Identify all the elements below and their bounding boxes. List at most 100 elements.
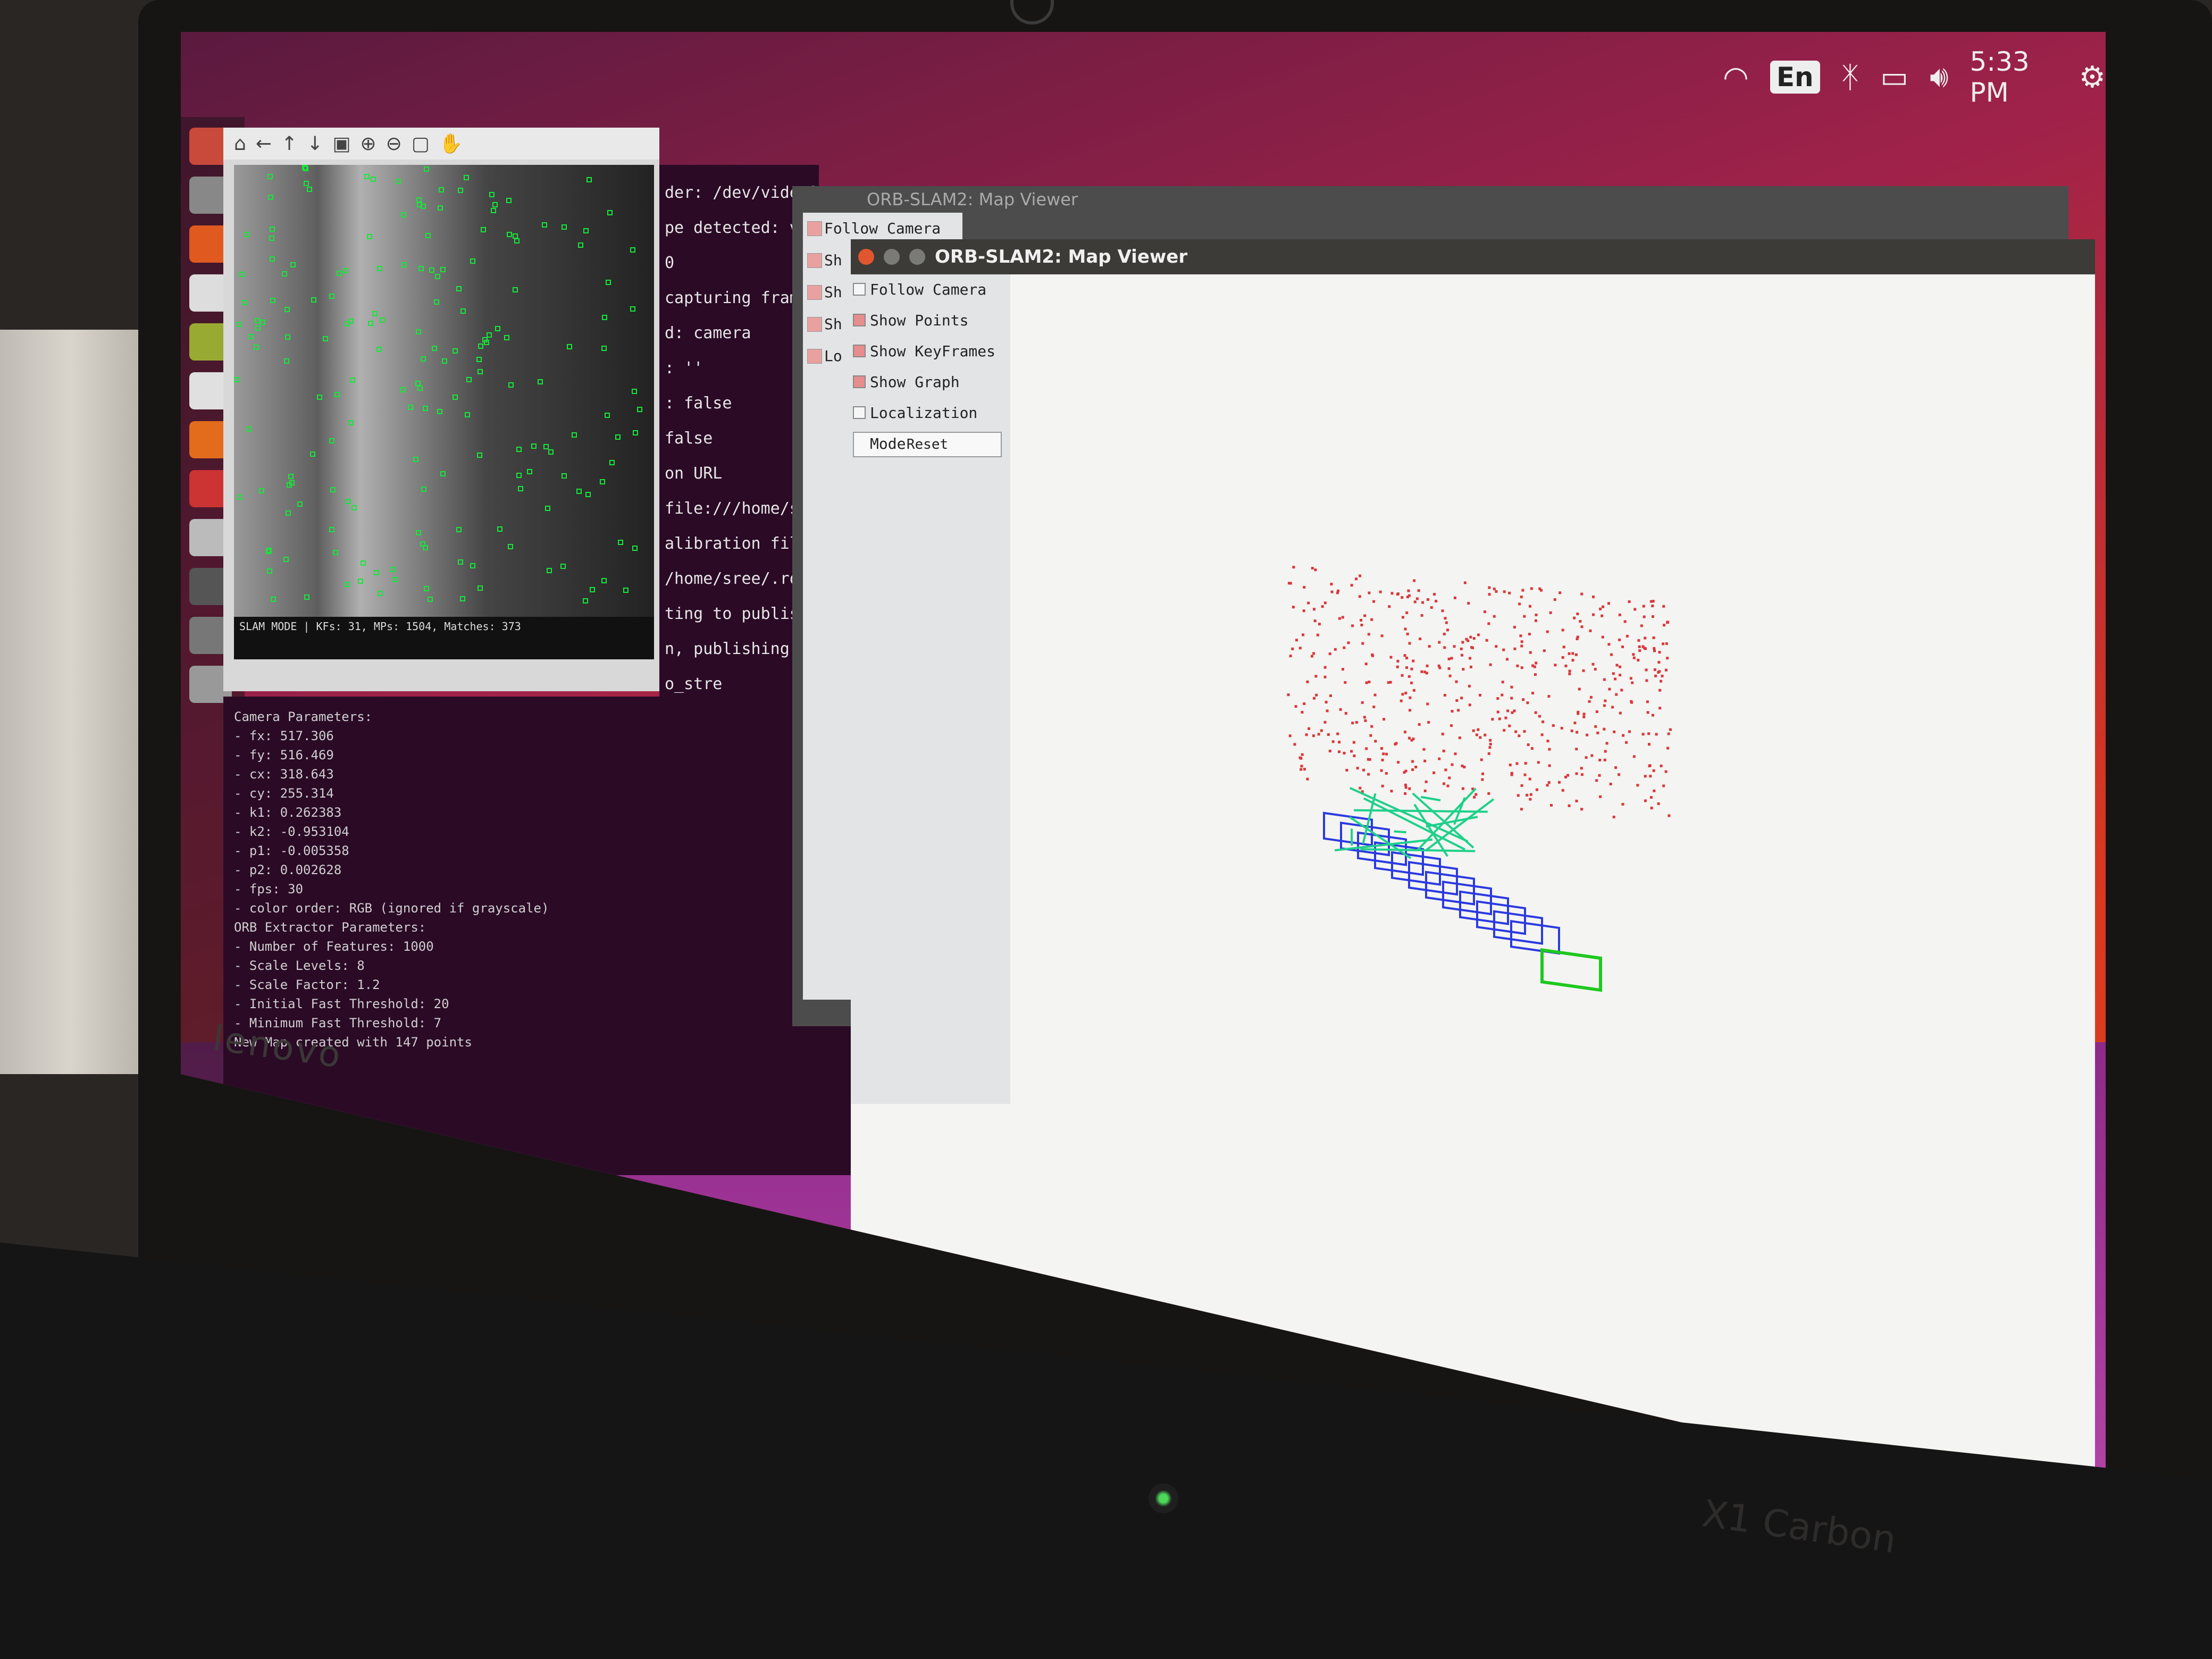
checkbox[interactable]: [853, 283, 866, 296]
map-point: [1428, 645, 1431, 648]
gear-icon[interactable]: ⚙: [2079, 60, 2106, 95]
minimize-button[interactable]: [884, 249, 900, 265]
feature-keypoint: [371, 177, 376, 182]
wifi-icon[interactable]: ◠: [1723, 60, 1749, 95]
map-point: [1477, 633, 1480, 636]
feature-keypoint: [453, 395, 458, 400]
map-point: [1502, 648, 1505, 651]
close-button[interactable]: [858, 249, 874, 265]
map-point: [1601, 635, 1604, 639]
home-icon[interactable]: ⌂: [234, 133, 246, 155]
map-point: [1294, 705, 1297, 708]
map-point: [1493, 588, 1496, 591]
map-point: [1475, 733, 1478, 736]
map-point: [1619, 711, 1622, 715]
pan-icon[interactable]: ✋: [439, 132, 463, 155]
map-point: [1480, 758, 1483, 761]
control-follow-camera[interactable]: Follow Camera: [851, 274, 1010, 305]
map-point: [1405, 656, 1409, 659]
checkbox[interactable]: [807, 285, 822, 300]
map-point: [1637, 639, 1640, 642]
map-point: [1636, 784, 1639, 787]
terminal-line: /home/sree/.ros/: [665, 569, 818, 588]
map-point: [1601, 614, 1604, 617]
terminal-line: : false: [665, 394, 732, 413]
feature-keypoint: [458, 188, 463, 193]
map-point: [1658, 670, 1661, 673]
down-arrow-icon[interactable]: ↓: [307, 133, 323, 155]
feature-keypoint: [270, 298, 275, 303]
window-titlebar[interactable]: ORB-SLAM2: Map Viewer: [851, 239, 2095, 274]
keyboard-layout-indicator[interactable]: En: [1770, 61, 1820, 94]
checkbox[interactable]: [853, 314, 866, 326]
map-point: [1300, 765, 1303, 768]
checkbox[interactable]: [853, 345, 866, 357]
map-point: [1538, 715, 1541, 718]
map-point: [1646, 700, 1649, 703]
map-point: [1445, 621, 1448, 624]
graph-edge: [1394, 830, 1406, 834]
map-point: [1453, 645, 1456, 648]
map-point: [1382, 718, 1386, 721]
map-point: [1547, 781, 1551, 784]
checkbox[interactable]: [807, 253, 822, 268]
map-point: [1657, 802, 1660, 806]
map-point: [1365, 681, 1368, 684]
feature-keypoint: [460, 308, 466, 314]
checkbox[interactable]: [853, 406, 866, 419]
zoom-fit-icon[interactable]: ▢: [412, 133, 430, 155]
back-arrow-icon[interactable]: ←: [256, 133, 272, 155]
zoom-in-icon[interactable]: ⊕: [360, 133, 376, 155]
feature-keypoint: [440, 267, 446, 272]
volume-icon[interactable]: 🔊︎: [1930, 60, 1948, 95]
feature-keypoint: [254, 345, 259, 350]
map-point: [1381, 784, 1384, 787]
map-point: [1403, 731, 1406, 734]
map-point: [1404, 792, 1407, 795]
map-point: [1548, 748, 1551, 751]
control-show-keyframes[interactable]: Show KeyFrames: [851, 336, 1010, 367]
control-show-graph[interactable]: Show Graph: [851, 367, 1010, 398]
control-localization-mode[interactable]: Localization Mode: [851, 398, 1010, 453]
feature-keypoint: [290, 262, 296, 267]
map-point: [1411, 760, 1414, 763]
checkbox[interactable]: [853, 375, 866, 388]
map-point: [1474, 793, 1478, 796]
map-point: [1488, 593, 1491, 596]
feature-keypoint: [543, 444, 549, 449]
current-frame-window[interactable]: ⌂ ← ↑ ↓ ▣ ⊕ ⊖ ▢ ✋ SLAM MODE | KFs: 31, M…: [223, 128, 659, 691]
feature-keypoint: [329, 294, 334, 299]
checkbox[interactable]: [807, 317, 822, 332]
bluetooth-icon[interactable]: ᛡ: [1841, 60, 1859, 95]
map-point: [1423, 671, 1427, 674]
checkbox[interactable]: [807, 349, 822, 364]
feature-keypoint: [460, 596, 465, 601]
map-point: [1368, 681, 1371, 684]
map-point: [1660, 680, 1663, 683]
feature-keypoint: [237, 495, 242, 500]
map-point: [1518, 734, 1521, 738]
save-icon[interactable]: ▣: [332, 133, 350, 155]
feature-keypoint: [307, 187, 312, 192]
map-point: [1352, 741, 1355, 744]
maximize-button[interactable]: [909, 249, 925, 265]
feature-keypoint: [408, 405, 413, 410]
map-point: [1568, 652, 1571, 655]
checkbox[interactable]: [807, 221, 822, 236]
terminal-line: ting to publish.: [665, 605, 818, 623]
clock[interactable]: 5:33 PM: [1970, 46, 2057, 108]
map-point: [1661, 674, 1664, 677]
map-point: [1576, 731, 1579, 734]
up-arrow-icon[interactable]: ↑: [281, 133, 297, 155]
zoom-out-icon[interactable]: ⊖: [386, 133, 402, 155]
map-point: [1529, 605, 1532, 608]
battery-icon[interactable]: ▭: [1880, 60, 1908, 95]
map-point: [1632, 653, 1635, 656]
map-point: [1580, 625, 1583, 629]
feature-keypoint: [615, 434, 621, 440]
feature-keypoint: [478, 343, 483, 349]
map-point: [1473, 795, 1476, 799]
keyframe: [1425, 870, 1475, 906]
map-point: [1580, 773, 1583, 776]
control-show-points[interactable]: Show Points: [851, 305, 1010, 336]
